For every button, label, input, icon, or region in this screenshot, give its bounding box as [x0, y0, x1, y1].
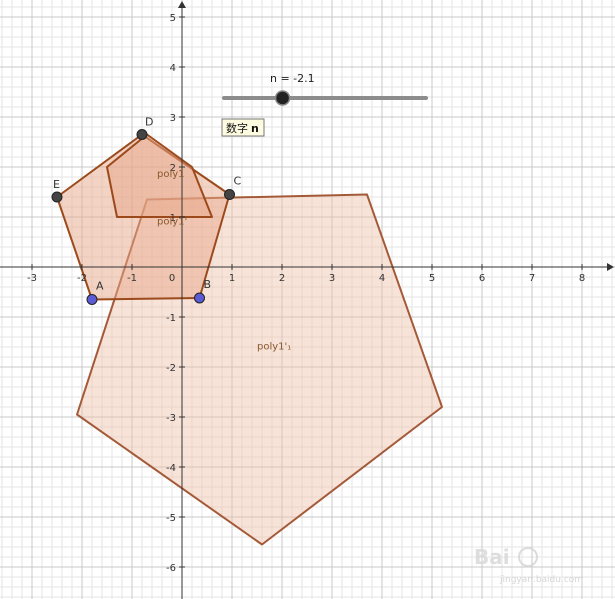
- baidu-watermark: Bai jingyan.baidu.com: [474, 545, 583, 585]
- x-tick-label: -1: [127, 273, 137, 284]
- x-axis-arrow-icon: [607, 263, 614, 271]
- y-tick-label: -5: [166, 513, 176, 524]
- point-label: A: [96, 280, 104, 293]
- x-tick-label: -2: [77, 273, 87, 284]
- graphics-view[interactable]: -3 -2 -1 0 1 2 3 4 5 6 7 854321-1-2-3-4-5-6 poly1po…: [0, 0, 615, 599]
- number-tooltip: 数字 n: [221, 118, 265, 137]
- y-tick-label: -3: [166, 413, 176, 424]
- number-tooltip-label: 数字: [226, 121, 248, 135]
- polygons-layer: [56, 133, 443, 546]
- x-tick-label: 6: [479, 273, 485, 284]
- watermark-sub: jingyan.baidu.com: [499, 575, 583, 585]
- point-E[interactable]: [51, 191, 63, 203]
- y-tick-label: 4: [170, 63, 176, 74]
- point-label: C: [234, 175, 242, 188]
- watermark-text: Bai: [474, 545, 510, 569]
- x-tick-label: 1: [229, 273, 235, 284]
- slider-knob[interactable]: [274, 90, 291, 106]
- point-C[interactable]: [224, 189, 235, 200]
- y-tick-label: 5: [170, 13, 176, 24]
- y-tick-label: -6: [166, 563, 176, 574]
- y-axis-arrow-icon: [178, 1, 186, 8]
- slider-label: n = -2.1: [270, 72, 315, 85]
- y-tick-label: -1: [166, 313, 176, 324]
- x-tick-label: 5: [429, 273, 435, 284]
- number-tooltip-var: n: [251, 122, 259, 135]
- x-tick-label: 0: [169, 273, 175, 284]
- x-tick-label: 2: [279, 273, 285, 284]
- point-D[interactable]: [136, 129, 148, 140]
- y-tick-label: -2: [166, 363, 176, 374]
- point-B[interactable]: [194, 292, 205, 304]
- x-tick-label: 4: [379, 273, 385, 284]
- x-tick-label: 7: [529, 273, 535, 284]
- point-label: E: [53, 178, 60, 191]
- number-tooltip-text: 数字 n: [226, 121, 259, 135]
- x-tick-label: 3: [329, 273, 335, 284]
- y-tick-label: -4: [166, 463, 176, 474]
- polygon-label: poly1': [157, 217, 187, 228]
- polygon-label: poly1: [157, 169, 185, 180]
- x-tick-label: -3: [27, 273, 37, 284]
- point-label: D: [145, 116, 153, 129]
- polygon-label: poly1'₁: [257, 342, 291, 353]
- point-A[interactable]: [86, 294, 98, 305]
- y-tick-label: 3: [170, 113, 176, 124]
- point-label: B: [204, 278, 212, 291]
- x-tick-label: 8: [579, 273, 585, 284]
